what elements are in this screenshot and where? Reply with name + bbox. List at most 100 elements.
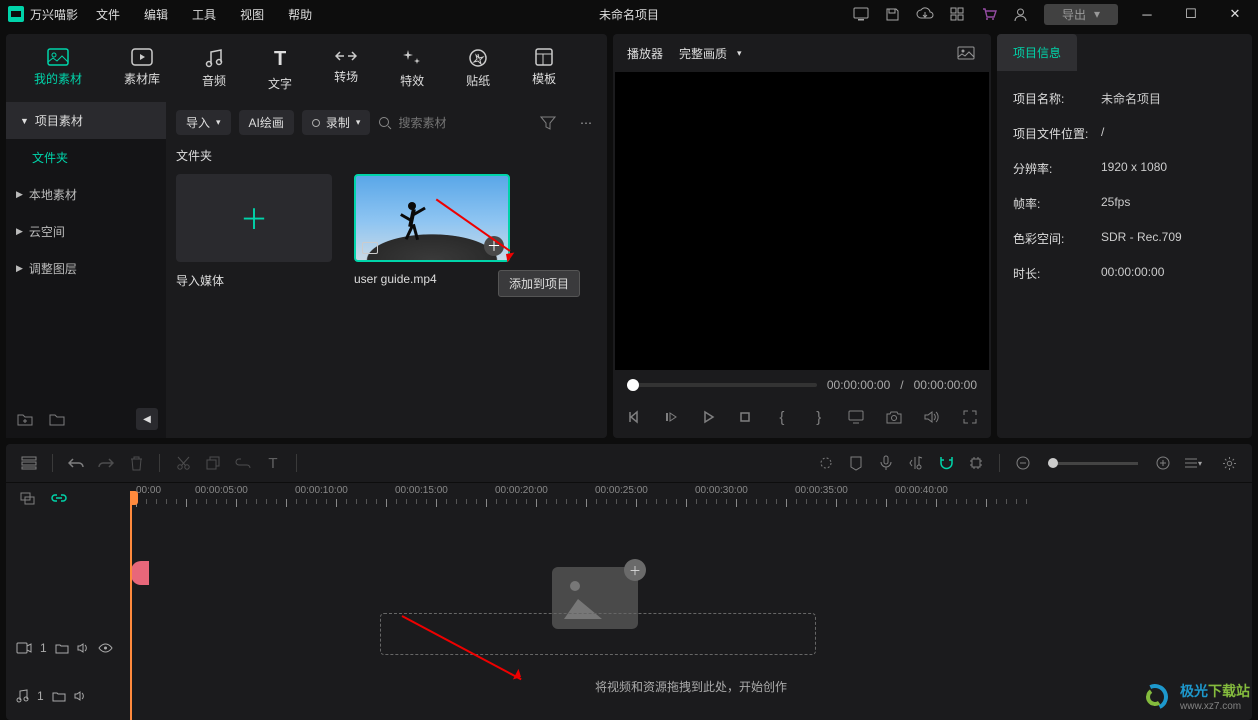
menu-help[interactable]: 帮助 [288, 6, 312, 23]
copy-icon[interactable] [202, 452, 224, 474]
music-track-icon [16, 689, 29, 703]
display-icon[interactable] [848, 406, 864, 428]
list-view-icon[interactable]: ▾ [1182, 452, 1204, 474]
tab-template[interactable]: 模板 [520, 44, 568, 96]
new-folder-icon[interactable] [14, 408, 36, 430]
close-button[interactable]: ✕ [1220, 6, 1250, 22]
info-tab[interactable]: 项目信息 [997, 34, 1077, 71]
apps-icon[interactable] [948, 5, 966, 23]
audio-track-head: 1 [6, 672, 130, 720]
play-icon[interactable] [701, 406, 716, 428]
crop-box-icon[interactable] [965, 452, 987, 474]
filter-icon[interactable] [537, 112, 559, 134]
folder-icon[interactable] [46, 408, 68, 430]
ai-paint-button[interactable]: AI绘画 [239, 110, 294, 135]
menu-view[interactable]: 视图 [240, 6, 264, 23]
sidebar-item-cloud[interactable]: ▶云空间 [6, 213, 166, 250]
folder-small-icon[interactable] [55, 643, 69, 654]
search-input[interactable] [398, 116, 518, 130]
step-back-icon[interactable] [664, 406, 679, 428]
snapshot-icon[interactable] [955, 42, 977, 64]
sidebar-item-adjust[interactable]: ▶调整图层 [6, 250, 166, 287]
link-icon[interactable] [232, 452, 254, 474]
device-icon[interactable] [852, 5, 870, 23]
text-tool-icon[interactable]: T [262, 452, 284, 474]
sidebar-header[interactable]: ▼项目素材 [6, 102, 166, 139]
cart-icon[interactable] [980, 5, 998, 23]
sidebar-item-folder[interactable]: 文件夹 [6, 139, 166, 176]
mark-in-icon[interactable]: { [774, 406, 789, 428]
fullscreen-icon[interactable] [962, 406, 977, 428]
tab-text[interactable]: T文字 [256, 44, 304, 96]
info-row: 时长:00:00:00:00 [1013, 256, 1236, 291]
sidebar-item-local[interactable]: ▶本地素材 [6, 176, 166, 213]
magnet-icon[interactable] [935, 452, 957, 474]
tab-transition[interactable]: 转场 [322, 44, 370, 96]
playhead[interactable] [130, 503, 132, 720]
redo-icon[interactable] [95, 452, 117, 474]
speaker-icon[interactable] [77, 642, 90, 654]
info-value: / [1101, 125, 1104, 142]
speaker-icon[interactable] [74, 690, 87, 702]
zoom-handle[interactable] [1048, 458, 1058, 468]
undo-icon[interactable] [65, 452, 87, 474]
camera-icon[interactable] [886, 406, 902, 428]
prev-frame-icon[interactable] [627, 406, 642, 428]
plus-icon: ＋ [624, 559, 646, 581]
add-to-project-tooltip: 添加到项目 [498, 270, 580, 297]
track-link-icon[interactable] [48, 487, 70, 509]
record-button[interactable]: 录制▾ [302, 110, 371, 135]
menu-edit[interactable]: 编辑 [144, 6, 168, 23]
stop-icon[interactable] [738, 406, 753, 428]
track-overlap-icon[interactable] [16, 487, 38, 509]
delete-icon[interactable] [125, 452, 147, 474]
tracks-icon[interactable] [18, 452, 40, 474]
progress-handle[interactable] [627, 379, 639, 391]
mic-icon[interactable] [875, 452, 897, 474]
timeline-area[interactable]: 00:00 00:00:05:0000:00:10:0000:00:15:000… [130, 483, 1252, 720]
save-icon[interactable] [884, 5, 902, 23]
zoom-out-icon[interactable] [1012, 452, 1034, 474]
color-icon[interactable] [815, 452, 837, 474]
collapse-sidebar-button[interactable]: ◀ [136, 408, 158, 430]
audio-mix-icon[interactable] [905, 452, 927, 474]
ruler-mark: 00:00:20:00 [495, 485, 548, 496]
window-title: 未命名项目 [599, 6, 659, 23]
account-icon[interactable] [1012, 5, 1030, 23]
minimize-button[interactable]: ─ [1132, 7, 1162, 22]
in-point-marker[interactable] [131, 561, 149, 585]
sticker-icon [468, 48, 488, 68]
playhead-handle-icon[interactable] [130, 491, 138, 505]
info-value: SDR - Rec.709 [1101, 230, 1182, 247]
more-icon[interactable]: ⋯ [575, 112, 597, 134]
timeline-drop-zone[interactable] [380, 613, 816, 655]
quality-dropdown[interactable]: 完整画质▾ [679, 45, 742, 62]
media-card-selected[interactable]: ＋ user guide.mp4 [354, 174, 510, 289]
tab-audio[interactable]: 音频 [190, 44, 238, 96]
settings-icon[interactable] [1218, 452, 1240, 474]
plus-icon: ＋ [240, 198, 268, 238]
volume-icon[interactable] [924, 406, 940, 428]
player-progress[interactable]: 00:00:00:00 / 00:00:00:00 [613, 370, 991, 400]
cut-icon[interactable] [172, 452, 194, 474]
mark-out-icon[interactable]: } [811, 406, 826, 428]
maximize-button[interactable]: ☐ [1176, 6, 1206, 22]
zoom-slider[interactable] [1048, 462, 1138, 465]
tab-label: 音频 [202, 72, 226, 89]
tab-stock[interactable]: 素材库 [112, 44, 172, 96]
cloud-icon[interactable] [916, 5, 934, 23]
tab-sticker[interactable]: 贴纸 [454, 44, 502, 96]
search-field[interactable] [378, 116, 529, 130]
import-media-card[interactable]: ＋ 导入媒体 [176, 174, 332, 289]
ruler-mark: 00:00:05:00 [195, 485, 248, 496]
export-button[interactable]: 导出▾ [1044, 4, 1118, 25]
import-button[interactable]: 导入▾ [176, 110, 231, 135]
zoom-in-icon[interactable] [1152, 452, 1174, 474]
menu-file[interactable]: 文件 [96, 6, 120, 23]
menu-tools[interactable]: 工具 [192, 6, 216, 23]
tab-effect[interactable]: 特效 [388, 44, 436, 96]
marker-icon[interactable] [845, 452, 867, 474]
tab-my-media[interactable]: 我的素材 [22, 44, 94, 96]
eye-icon[interactable] [98, 643, 113, 653]
folder-small-icon[interactable] [52, 691, 66, 702]
